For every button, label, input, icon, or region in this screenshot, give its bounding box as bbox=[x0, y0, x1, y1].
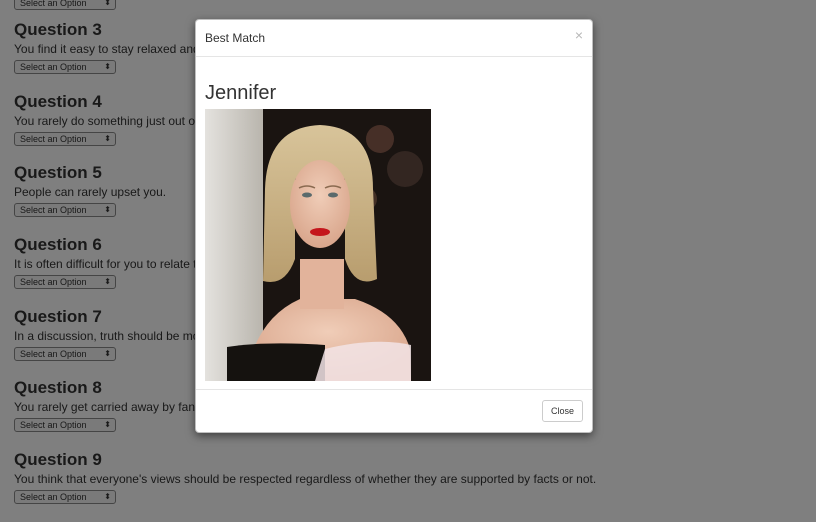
match-photo bbox=[205, 109, 431, 381]
modal-footer: Close bbox=[196, 389, 592, 432]
modal-title: Best Match bbox=[205, 31, 266, 45]
close-icon[interactable]: × bbox=[575, 28, 583, 42]
modal-body: Jennifer bbox=[196, 57, 592, 392]
modal-header: Best Match × bbox=[196, 20, 592, 57]
match-name: Jennifer bbox=[205, 82, 277, 104]
close-button[interactable]: Close bbox=[542, 400, 583, 422]
best-match-modal: Best Match × Jennifer Close bbox=[195, 19, 593, 433]
